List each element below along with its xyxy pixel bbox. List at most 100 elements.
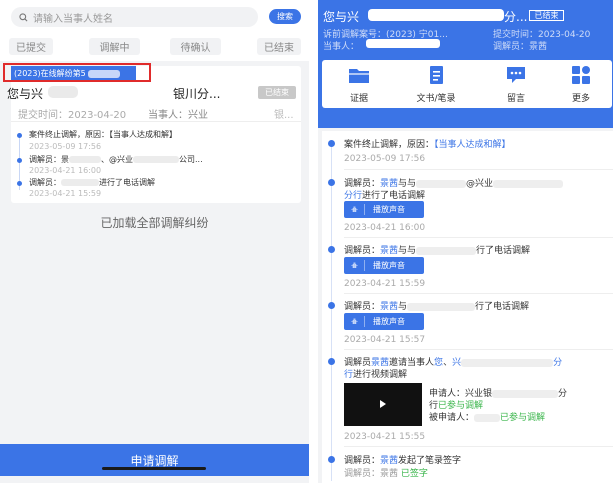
mediator: 调解员：景茜 [493,42,548,52]
list-end-text: 已加载全部调解纠纷 [100,216,209,230]
redaction [492,389,559,398]
feed-text-part: 分行 [344,191,363,201]
feed-item-text: 行进行视频调解 [344,367,407,380]
submit-time: 提交时间：2023-04-20 [18,110,127,121]
redaction [366,39,440,48]
timeline-text-part: 调解员：景 [29,155,69,164]
play-audio-button[interactable]: ·ıllı· 播放声音 [344,313,424,330]
case-parties-tail: 银... [274,110,294,121]
search-placeholder: 请输入当事人姓名 [33,13,113,25]
timeline-line [331,141,332,481]
timeline-text-part: 调解员： [29,178,61,187]
feed-text-part: 进行了电话调解 [362,191,426,201]
status-badge: 已结束 [258,86,296,99]
timeline-date: 2023-04-21 15:59 [29,189,102,198]
case-party-right: 银川分... [173,87,221,101]
chip-divider [364,204,365,215]
feed-text-part: 与 [398,302,408,312]
search-button[interactable]: 搜索 [269,9,301,24]
divider [344,349,613,350]
party-name: 您 [434,358,444,368]
divider [344,237,613,238]
timeline-dot [17,133,22,138]
func-label: 证据 [349,94,368,104]
chip-divider [364,260,365,271]
tab-submitted[interactable]: 已提交 [9,38,53,55]
func-documents[interactable]: 文书/笔录 [406,65,466,104]
feed-item-text: 调解员：景茜与 行了电话调解 [344,299,529,312]
audio-wave-icon: ·ıllı· [350,205,358,214]
func-label: 文书/笔录 [416,94,456,104]
tab-mediating[interactable]: 调解中 [89,38,140,55]
feed-item-subtext: 调解员：景茜 已签字 [344,466,428,479]
func-evidence[interactable]: 证据 [329,65,389,104]
redaction [48,86,78,98]
timeline-dot [17,181,22,186]
feed-date: 2023-04-21 15:57 [344,335,426,345]
folder-icon [349,69,369,83]
func-more[interactable]: 更多 [551,65,611,104]
timeline-date: 2023-04-21 16:00 [29,166,102,175]
timeline-dot [328,140,335,147]
timeline-dot [328,358,335,365]
redaction [474,413,501,422]
feed-date: 2023-04-21 15:59 [344,279,426,289]
respondent-label: 被申请人： [429,413,475,423]
feed-reason: 【当事人达成和解】 [434,140,511,150]
feed-item-text: 案件终止调解，原因：【当事人达成和解】 [344,137,511,150]
party-name: 兴 [452,358,462,368]
timeline-dot [328,456,335,463]
activity-feed: 案件终止调解，原因：【当事人达成和解】 2023-05-09 17:56 调解员… [322,131,613,483]
redaction [416,246,477,255]
redaction [461,358,554,367]
mediator-name: 景茜 [380,246,399,256]
respondent-status: 已参与调解 [500,413,546,423]
divider [11,121,301,122]
tab-pending[interactable]: 待确认 [170,38,221,55]
case-detail-screen: 您与兴 分... 已结束 诉前调解案号：(2023) 宁01... 提交时间：2… [318,0,613,483]
mediator-name: 景茜 [380,302,399,312]
play-audio-label: 播放声音 [373,317,405,326]
search-icon [19,12,28,21]
function-bar: 证据 文书/笔录 留言 更多 [322,60,612,108]
apply-mediation-button[interactable]: 申请调解 [0,444,309,476]
detail-title: 您与兴 [323,10,360,24]
video-player[interactable] [344,383,422,426]
feed-text-part: 案件终止调解，原因： [344,140,435,150]
redaction [493,179,564,188]
chip-divider [364,316,365,327]
play-audio-button[interactable]: ·ıllı· 播放声音 [344,201,424,218]
audio-wave-icon: ·ıllı· [350,317,358,326]
tab-ended[interactable]: 已结束 [257,38,301,55]
feed-text-part: 进行视频调解 [353,370,408,380]
feed-text-part: 调解员：景茜 [344,469,399,479]
case-parties: 当事人：兴业 [148,110,208,121]
timeline-text-part: 、@兴业 [101,155,133,164]
play-audio-label: 播放声音 [373,205,405,214]
highlight-box [3,63,151,82]
search-input[interactable]: 请输入当事人姓名 [11,7,258,27]
feed-text-part: 、 [443,358,453,368]
status-badge: 已结束 [529,10,564,21]
party-name: 行 [344,370,354,380]
timeline-text: 调解员： 进行了电话调解 [29,177,155,188]
timeline-date: 2023-05-09 17:56 [29,142,102,151]
status-tabs: 已提交 调解中 待确认 已结束 [0,33,309,61]
func-label: 更多 [571,94,590,104]
redaction [368,9,504,21]
case-party-left: 您与兴 [7,87,44,101]
redaction [69,156,101,163]
play-audio-button[interactable]: ·ıllı· 播放声音 [344,257,424,274]
feed-item-text: 分行进行了电话调解 [344,188,425,201]
func-message[interactable]: 留言 [486,65,546,104]
redaction [407,302,476,311]
play-icon [380,400,386,408]
feed-text-part: 行了电话调解 [475,302,530,312]
grid-icon [572,66,590,84]
redaction [61,179,99,186]
sign-status: 已签字 [400,469,428,479]
feed-text-part: 调解员： [344,456,381,466]
mediator-name: 景茜 [380,456,399,466]
divider [344,169,613,170]
redaction [416,179,467,188]
